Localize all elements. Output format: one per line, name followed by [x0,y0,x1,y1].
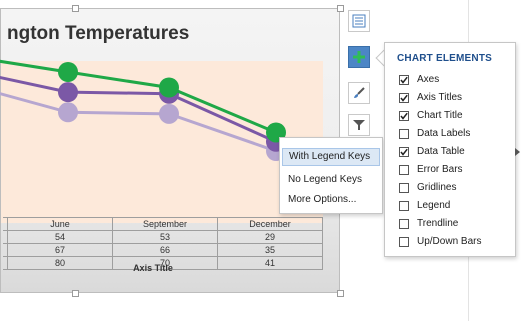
plus-icon [353,51,365,63]
table-row: 54 53 29 [3,230,323,244]
chart-elements-button[interactable] [348,46,370,68]
element-label: Legend [417,200,451,211]
element-row-trendline[interactable]: Trendline [399,217,511,233]
table-cell: 35 [217,243,323,257]
checkbox[interactable] [399,219,409,229]
checkbox[interactable] [399,165,409,175]
table-cell: 29 [217,230,323,244]
element-row-gridlines[interactable]: Gridlines [399,181,511,197]
table-header-row: June September December [3,217,323,231]
element-row-data-labels[interactable]: Data Labels [399,127,511,143]
table-cell: 66 [112,243,218,257]
element-row-chart-title[interactable]: Chart Title [399,109,511,125]
element-row-legend[interactable]: Legend [399,199,511,215]
table-header-cell: September [112,217,218,231]
horizontal-axis-title[interactable]: Axis Title [91,263,215,273]
element-label: Axis Titles [417,92,463,103]
element-label: Gridlines [417,182,457,193]
filter-icon [353,120,365,130]
element-row-axes[interactable]: Axes [399,73,511,89]
layout-options-button[interactable] [348,10,370,32]
table-row: 67 66 35 [3,243,323,257]
element-row-axis-titles[interactable]: Axis Titles [399,91,511,107]
chart-elements-panel: CHART ELEMENTS Axes Axis Titles Chart Ti… [384,42,520,257]
element-row-data-table[interactable]: Data Table [399,145,520,161]
table-cell: 67 [7,243,113,257]
resize-handle-bottom-right[interactable] [337,290,344,297]
element-label: Up/Down Bars [417,236,482,247]
data-point[interactable] [58,102,78,123]
data-point[interactable] [58,82,78,103]
table-cell: 54 [7,230,113,244]
menu-item-no-legend-keys[interactable]: No Legend Keys [282,171,380,189]
element-label: Trendline [417,218,459,229]
brush-icon [354,87,365,98]
chart-styles-button[interactable] [348,82,370,104]
checkbox[interactable] [399,201,409,211]
menu-item-with-legend-keys[interactable]: With Legend Keys [282,148,380,166]
chart-filters-button[interactable] [348,114,370,136]
element-row-error-bars[interactable]: Error Bars [399,163,511,179]
checkbox[interactable] [399,183,409,193]
checkbox[interactable] [399,93,409,103]
data-point[interactable] [58,62,78,82]
layout-icon [352,14,366,28]
submenu-arrow-icon[interactable] [515,148,520,156]
element-label: Data Table [417,146,465,157]
data-point[interactable] [159,103,179,124]
element-label: Chart Title [417,110,463,121]
element-label: Error Bars [417,164,463,175]
checkbox[interactable] [399,111,409,121]
table-header-cell: December [217,217,323,231]
checkbox[interactable] [399,147,409,157]
table-cell: 53 [112,230,218,244]
checkbox[interactable] [399,75,409,85]
resize-handle-top[interactable] [72,5,79,12]
panel-title: CHART ELEMENTS [397,53,493,64]
data-point[interactable] [159,77,179,98]
table-cell: 41 [217,256,323,270]
resize-handle-bottom[interactable] [72,290,79,297]
element-label: Axes [417,74,440,85]
checkbox[interactable] [399,129,409,139]
element-label: Data Labels [417,128,471,139]
table-header-cell: June [7,217,113,231]
element-row-up-down-bars[interactable]: Up/Down Bars [399,235,511,251]
checkbox[interactable] [399,237,409,247]
resize-handle-top-right[interactable] [337,5,344,12]
data-table-submenu: With Legend Keys No Legend Keys More Opt… [279,137,383,214]
series-line[interactable] [0,91,277,153]
series-line[interactable] [0,75,277,144]
menu-item-more-options[interactable]: More Options... [282,191,380,209]
